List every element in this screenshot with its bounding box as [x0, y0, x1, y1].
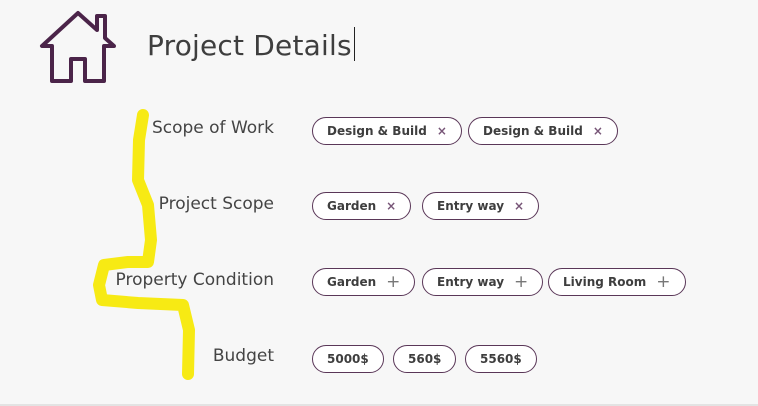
chip-property-condition-3[interactable]: Living Room +: [548, 268, 686, 296]
remove-icon[interactable]: ×: [514, 199, 524, 213]
chip-project-scope-1[interactable]: Garden ×: [312, 192, 412, 220]
chip-property-condition-1[interactable]: Garden +: [312, 268, 416, 296]
add-icon[interactable]: +: [656, 273, 670, 291]
project-details-page: Project Details Scope of Work Design & B…: [0, 0, 758, 406]
chip-label: 560$: [408, 352, 442, 366]
remove-icon[interactable]: ×: [386, 199, 396, 213]
remove-icon[interactable]: ×: [437, 124, 447, 138]
page-title-text: Project Details: [147, 29, 352, 62]
add-icon[interactable]: +: [386, 273, 400, 291]
chip-label: Entry way: [437, 275, 505, 289]
chip-budget-1[interactable]: 5000$: [312, 345, 384, 373]
label-property-condition: Property Condition: [115, 270, 274, 290]
add-icon[interactable]: +: [514, 273, 528, 291]
chip-project-scope-2[interactable]: Entry way ×: [422, 192, 540, 220]
chip-label: Design & Build: [483, 124, 583, 138]
chip-budget-3[interactable]: 5560$: [465, 345, 537, 373]
label-project-scope: Project Scope: [158, 194, 274, 214]
chip-property-condition-2[interactable]: Entry way +: [422, 268, 544, 296]
chip-label: Garden: [327, 199, 377, 213]
chip-label: 5000$: [327, 352, 369, 366]
label-budget: Budget: [212, 346, 274, 366]
chip-label: Entry way: [437, 199, 505, 213]
chip-scope-of-work-2[interactable]: Design & Build ×: [468, 117, 618, 145]
chip-label: Living Room: [563, 275, 647, 289]
chip-label: 5560$: [480, 352, 522, 366]
remove-icon[interactable]: ×: [593, 124, 603, 138]
home-icon: [40, 11, 116, 83]
label-scope-of-work: Scope of Work: [151, 118, 274, 138]
page-title[interactable]: Project Details: [147, 27, 355, 62]
chip-label: Garden: [327, 275, 377, 289]
chip-budget-2[interactable]: 560$: [393, 345, 457, 373]
chip-scope-of-work-1[interactable]: Design & Build ×: [312, 117, 462, 145]
chip-label: Design & Build: [327, 124, 427, 138]
text-cursor: [353, 27, 355, 61]
